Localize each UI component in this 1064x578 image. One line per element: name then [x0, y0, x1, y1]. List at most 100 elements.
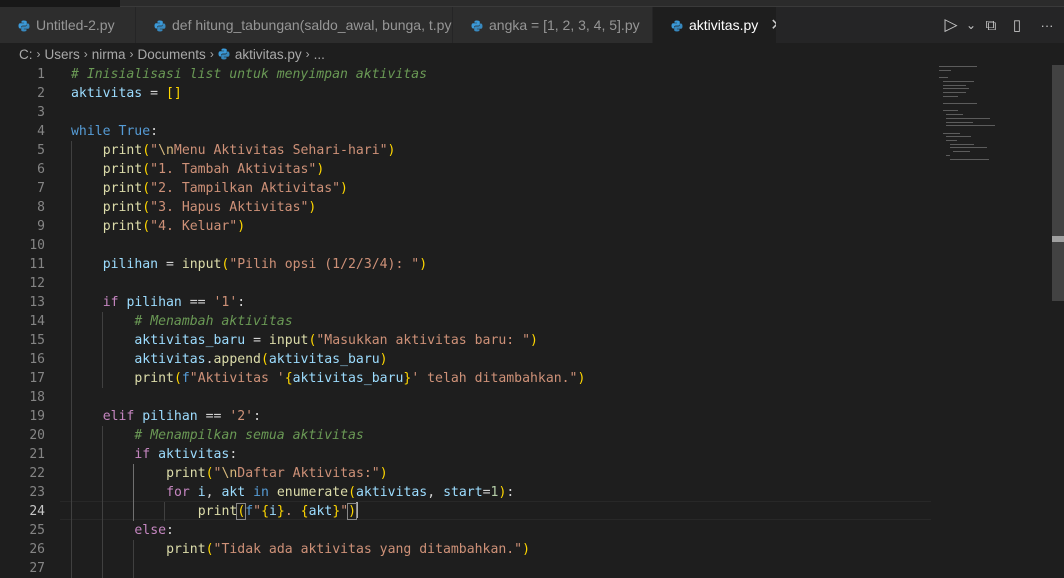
minimap-line	[949, 143, 974, 145]
tab-aktivitas[interactable]: aktivitas.py ✕	[653, 7, 777, 43]
code-line[interactable]: print("3. Hapus Aktivitas")	[71, 198, 317, 217]
run-button[interactable]: ▷	[938, 7, 964, 43]
python-file-icon	[18, 19, 30, 32]
code-line[interactable]: aktivitas_baru = input("Masukkan aktivit…	[71, 331, 538, 350]
code-line[interactable]: if aktivitas:	[71, 445, 237, 464]
code-line[interactable]: pilihan = input("Pilih opsi (1/2/3/4): "…	[71, 255, 427, 274]
run-menu-button[interactable]: ⌄	[964, 7, 978, 43]
minimap-line	[942, 80, 975, 82]
line-number: 20	[29, 428, 45, 443]
tab-hitung-tabungan[interactable]: def hitung_tabungan(saldo_awal, bunga, t…	[136, 7, 453, 43]
line-number: 4	[37, 124, 45, 139]
split-editor-button[interactable]: ▯	[1004, 7, 1030, 43]
python-file-icon	[154, 19, 166, 32]
line-number: 17	[29, 371, 45, 386]
code-line[interactable]: print("1. Tambah Aktivitas")	[71, 160, 325, 179]
code-line[interactable]: print("4. Keluar")	[71, 217, 245, 236]
chevron-right-icon: ›	[305, 47, 310, 61]
minimap-line	[942, 110, 958, 112]
line-number: 3	[37, 105, 45, 120]
minimap-line	[942, 91, 966, 93]
code-line[interactable]: if pilihan == '1':	[71, 293, 245, 312]
play-icon: ▷	[944, 15, 958, 34]
minimap-line	[939, 77, 949, 79]
line-number: 21	[29, 447, 45, 462]
split-editor-alt-button[interactable]: ⧉	[978, 7, 1004, 43]
code-line[interactable]: print("Tidak ada aktivitas yang ditambah…	[71, 540, 530, 559]
code-editor[interactable]: 1 2 3 4 5 6 7 8 9 10 11 12 13 14 15 16 17 18 19 20 21 22 23 24 2…	[0, 65, 1064, 578]
line-number: 10	[29, 238, 45, 253]
code-line[interactable]: aktivitas.append(aktivitas_baru)	[71, 350, 387, 369]
minimap-line	[949, 147, 988, 149]
code-line[interactable]: for i, akt in enumerate(aktivitas, start…	[71, 483, 514, 502]
minimap-line	[939, 69, 951, 71]
line-number: 24	[29, 504, 45, 519]
more-actions-button[interactable]: ···	[1030, 7, 1064, 43]
editor-actions: ▷ ⌄ ⧉ ▯ ···	[938, 7, 1064, 43]
code-line[interactable]: # Inisialisasi list untuk menyimpan akti…	[71, 65, 427, 84]
line-number: 27	[29, 561, 45, 576]
scrollbar-cursor-marker	[1052, 236, 1064, 242]
line-number: 13	[29, 295, 45, 310]
tab-label: Untitled-2.py	[36, 17, 115, 33]
close-tab-icon[interactable]: ✕	[770, 15, 776, 35]
code-line[interactable]: print("\nDaftar Aktivitas:")	[71, 464, 388, 483]
line-number: 9	[37, 219, 45, 234]
minimap-line	[946, 117, 990, 119]
code-line[interactable]: aktivitas = []	[71, 84, 182, 103]
tab-angka[interactable]: angka = [1, 2, 3, 4, 5].py	[453, 7, 653, 43]
minimap-line	[946, 125, 995, 127]
minimap-line	[946, 140, 958, 141]
minimap-line	[946, 114, 964, 116]
line-number: 23	[29, 485, 45, 500]
title-strip	[0, 0, 1064, 7]
code-line[interactable]: elif pilihan == '2':	[71, 407, 261, 426]
tab-untitled-2[interactable]: Untitled-2.py	[0, 7, 136, 43]
line-number: 22	[29, 466, 45, 481]
minimap-line	[942, 95, 958, 97]
breadcrumb-file[interactable]: aktivitas.py	[235, 47, 302, 62]
scrollbar-thumb[interactable]	[1052, 65, 1064, 301]
breadcrumb-documents[interactable]: Documents	[138, 47, 206, 62]
breadcrumb-users[interactable]: Users	[45, 47, 80, 62]
minimap-line	[953, 151, 971, 153]
line-number: 1	[37, 67, 45, 82]
breadcrumb: C: › Users › nirma › Documents › aktivit…	[0, 43, 1064, 65]
minimap[interactable]	[936, 65, 1046, 175]
python-file-icon	[471, 19, 483, 32]
python-file-icon	[218, 48, 230, 60]
line-number: 6	[37, 162, 45, 177]
minimap-line	[942, 84, 967, 86]
minimap-line	[946, 136, 971, 138]
chevron-down-icon: ⌄	[965, 18, 977, 32]
code-line[interactable]: print("2. Tampilkan Aktivitas")	[71, 179, 348, 198]
line-number: 26	[29, 542, 45, 557]
chevron-right-icon: ›	[83, 47, 88, 61]
breadcrumb-drive[interactable]: C:	[19, 47, 33, 62]
code-line[interactable]: while True:	[71, 122, 158, 141]
code-line[interactable]: print("\nMenu Aktivitas Sehari-hari")	[71, 141, 396, 160]
line-number: 15	[29, 333, 45, 348]
line-number: 5	[37, 143, 45, 158]
split-icon: ▯	[1012, 17, 1022, 34]
breadcrumb-nirma[interactable]: nirma	[92, 47, 126, 62]
line-number: 14	[29, 314, 45, 329]
line-number: 11	[29, 257, 45, 272]
breadcrumb-symbols[interactable]: ...	[314, 47, 325, 62]
minimap-line	[946, 154, 951, 156]
minimap-line	[942, 103, 978, 104]
line-number: 16	[29, 352, 45, 367]
line-number: 8	[37, 200, 45, 215]
line-number: 25	[29, 523, 45, 538]
line-number: 12	[29, 276, 45, 291]
line-number: 19	[29, 409, 45, 424]
code-line[interactable]: # Menampilkan semua aktivitas	[71, 426, 363, 445]
code-line[interactable]: # Menambah aktivitas	[71, 312, 292, 331]
code-line[interactable]: print(f"Aktivitas '{aktivitas_baru}' tel…	[71, 369, 585, 388]
chevron-right-icon: ›	[36, 47, 41, 61]
text-cursor	[356, 502, 359, 518]
code-line[interactable]: else:	[71, 521, 174, 540]
code-line[interactable]: print(f"{i}. {akt}")	[71, 502, 359, 521]
line-number: 18	[29, 390, 45, 405]
tab-label: angka = [1, 2, 3, 4, 5].py	[489, 17, 640, 33]
